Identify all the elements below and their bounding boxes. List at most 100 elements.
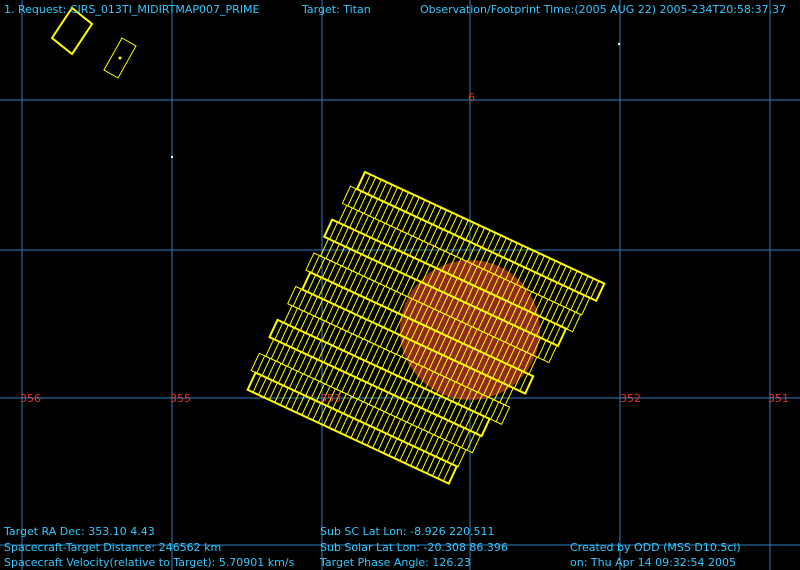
footprint-cell-divider <box>519 247 529 266</box>
footprint-cell-divider <box>363 196 373 214</box>
footprint-cell-divider <box>365 343 375 362</box>
footprint-cell-divider <box>394 252 404 271</box>
footprint-cell-divider <box>365 280 375 299</box>
footprint-cell-divider <box>367 176 377 195</box>
footprint-cell-divider <box>379 329 389 348</box>
footprint-cell-divider <box>281 346 291 365</box>
footprint-cell-divider <box>543 342 552 361</box>
footprint-cell-divider <box>370 408 380 427</box>
footprint-cell-divider <box>479 396 489 415</box>
footprint-cell-divider <box>350 420 360 439</box>
footprint-cell-divider <box>347 251 357 269</box>
footprint-cell-divider <box>285 327 295 345</box>
footprint-cell-divider <box>357 319 367 337</box>
footprint-cell-divider <box>296 332 306 351</box>
footprint-cell-divider <box>481 230 491 248</box>
footprint-cell-divider <box>370 220 380 239</box>
footprint-cell-divider <box>451 446 461 465</box>
footprint-cell-divider <box>408 238 418 256</box>
footprint-cell-divider <box>385 206 395 224</box>
footprint-cell-divider <box>535 255 545 274</box>
footprint-cell-divider <box>334 287 344 305</box>
footprint-cell-divider <box>413 429 423 447</box>
footprint-cell-divider <box>372 367 382 386</box>
footprint-cell-divider <box>374 263 384 282</box>
footprint-cell-divider <box>283 368 293 386</box>
created-by: Created by ODD (MSS D10.5cl) <box>570 541 741 554</box>
calibration-footprint-dot <box>118 56 122 60</box>
calibration-footprint-mark <box>60 17 80 41</box>
dec-tick-label: 6 <box>468 91 475 104</box>
footprint-cell-divider <box>419 243 429 261</box>
footprint-cell-divider <box>390 334 400 353</box>
footprint-cell-divider <box>323 282 333 300</box>
footprint-cell-divider <box>398 233 408 251</box>
footprint-cell-divider <box>416 199 426 218</box>
footprint-cell-divider <box>403 235 413 254</box>
footprint-cell-divider <box>267 360 277 379</box>
footprint-cell-divider <box>381 413 391 432</box>
footprint-cell-divider <box>490 401 500 420</box>
footprint-cell-divider <box>338 267 348 286</box>
ra-tick-label: 351 <box>768 392 789 405</box>
footprint-cell-divider <box>330 306 340 325</box>
footprint-cell-divider <box>366 428 376 446</box>
footprint-cell-divider <box>378 181 388 200</box>
footprint-cell-divider <box>328 410 338 429</box>
footprint-cell-divider <box>564 289 574 308</box>
footprint-cell-divider <box>374 326 384 345</box>
footprint-cell-divider <box>508 242 518 261</box>
footprint-cell-divider <box>290 329 300 348</box>
footprint-cell-divider <box>383 372 393 391</box>
footprint-cell-divider <box>372 430 382 449</box>
footprint-cell-divider <box>559 287 569 306</box>
footprint-cell-divider <box>388 438 398 456</box>
footprint-cell-divider <box>563 268 573 286</box>
footprint-cell-divider <box>294 373 304 392</box>
footprint-cell-divider <box>421 453 431 472</box>
footprint-cell-divider <box>276 343 286 362</box>
footprint-cell-divider <box>312 339 322 358</box>
spacecraft-velocity: Spacecraft Velocity(relative to Target):… <box>4 556 295 569</box>
footprint-cell-divider <box>461 430 471 448</box>
footprint-cell-divider <box>294 310 304 329</box>
footprint-cell-divider <box>348 273 358 291</box>
footprint-cell-divider <box>361 362 371 381</box>
footprint-cell-divider <box>312 277 322 295</box>
footprint-cell-divider <box>328 347 338 366</box>
footprint-cell-divider <box>354 338 364 357</box>
footprint-cell-divider <box>575 294 585 313</box>
footprint-cell-divider <box>352 253 362 272</box>
footprint-cell-divider <box>401 276 411 295</box>
footprint-cell-divider <box>405 194 415 213</box>
footprint-cell-divider <box>392 293 402 312</box>
footprint-cell-divider <box>448 403 458 422</box>
request-label: 1. Request: CIRS_013TI_MIDIRTMAP007_PRIM… <box>4 3 260 16</box>
footprint-cell-divider <box>394 189 404 208</box>
footprint-cell-divider <box>448 214 458 233</box>
footprint-cell-divider <box>309 296 318 315</box>
footprint-cell-divider <box>350 232 360 250</box>
footprint-cell-divider <box>352 316 362 335</box>
footprint-cell-divider <box>368 387 378 405</box>
footprint-cell-divider <box>525 250 535 269</box>
footprint-cell-divider <box>466 432 476 451</box>
footprint-cell-divider <box>368 324 378 342</box>
footprint-cell-divider <box>363 321 373 340</box>
footprint-cell-divider <box>453 405 463 424</box>
star-dot <box>617 42 621 46</box>
footprint-cell-divider <box>348 335 358 354</box>
footprint-cell-divider <box>427 204 437 223</box>
footprint-cell-divider <box>268 382 278 401</box>
footprint-cell-divider <box>464 410 474 429</box>
footprint-cell-divider <box>256 355 266 374</box>
footprint-cell-divider <box>361 237 371 255</box>
footprint-cell-divider <box>340 226 349 245</box>
footprint-cell-divider <box>437 461 447 479</box>
footprint-cell-divider <box>385 269 395 287</box>
footprint-cell-divider <box>316 257 326 276</box>
footprint-cell-divider <box>388 312 398 331</box>
footprint-cell-divider <box>410 197 420 215</box>
footprint-cell-divider <box>433 417 443 436</box>
footprint-cell-divider <box>445 234 455 252</box>
